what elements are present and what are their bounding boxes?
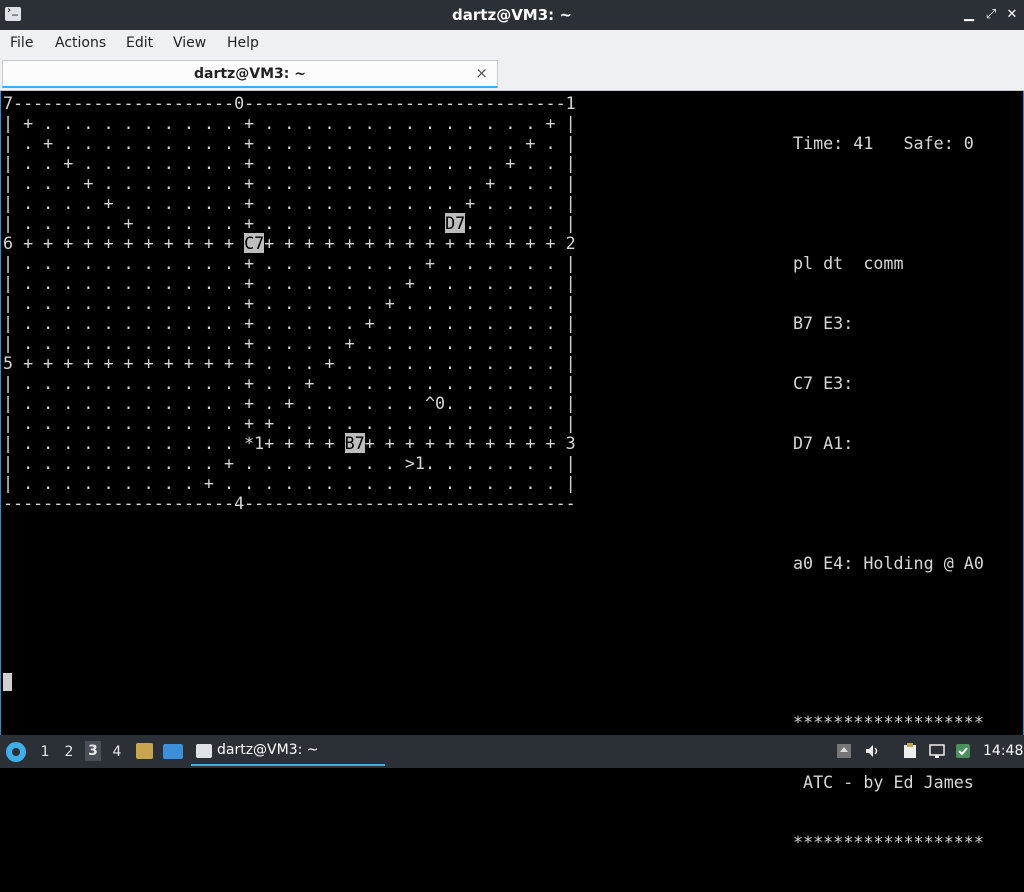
show-desktop-icon[interactable] (163, 744, 183, 759)
window-titlebar[interactable]: dartz@VM3: ~ ▁ ⤢ ✕ (0, 0, 1024, 30)
tab-bar: dartz@VM3: ~ × (0, 58, 1024, 91)
time-value: 41 (853, 133, 874, 153)
menu-file[interactable]: File (10, 35, 33, 51)
minimize-icon[interactable]: ▁ (960, 6, 978, 24)
clipboard-icon[interactable] (902, 743, 918, 759)
updates-icon[interactable] (955, 743, 971, 759)
taskbar: 1 2 3 4 dartz@VM3: ~ 14:48 (0, 735, 1024, 768)
plane-row: B7 E3: (793, 313, 854, 333)
clock: 14:48 (983, 743, 1024, 759)
taskbar-terminal-task[interactable]: dartz@VM3: ~ (191, 738, 385, 766)
file-manager-icon[interactable] (136, 743, 153, 759)
safe-value: 0 (963, 133, 974, 153)
menu-edit[interactable]: Edit (126, 35, 153, 51)
tab-label: dartz@VM3: ~ (194, 66, 306, 82)
credits-stars-bottom: ******************* (793, 832, 984, 852)
task-label: dartz@VM3: ~ (217, 742, 319, 758)
plane-marker: C7 (244, 233, 265, 253)
start-menu-icon[interactable] (6, 742, 26, 762)
terminal-area[interactable]: 7----------------------0----------------… (0, 91, 1024, 852)
plane-row-holding: a0 E4: Holding @ A0 (793, 553, 984, 573)
terminal-cursor (3, 673, 12, 691)
menu-actions[interactable]: Actions (55, 35, 106, 51)
workspace-2[interactable]: 2 (61, 744, 77, 760)
time-label: Time: (793, 133, 844, 153)
volume-icon[interactable] (864, 743, 880, 759)
safe-label: Safe: (903, 133, 954, 153)
window-title: dartz@VM3: ~ (452, 6, 572, 24)
plane-marker: B7 (344, 433, 365, 453)
workspace-4[interactable]: 4 (109, 744, 125, 760)
close-icon[interactable]: ✕ (1003, 6, 1021, 24)
status-line: Time: 41 Safe: 0 (793, 133, 984, 153)
workspace-1[interactable]: 1 (37, 744, 53, 760)
menu-view[interactable]: View (173, 35, 206, 51)
tab-close-icon[interactable]: × (475, 64, 488, 82)
tray-arrow-icon[interactable] (836, 743, 852, 759)
plane-row: D7 A1: (793, 433, 854, 453)
menu-help[interactable]: Help (227, 35, 259, 51)
atc-credits: ******************* ATC - by Ed James **… (793, 672, 984, 892)
plane-marker: D7 (445, 213, 466, 233)
workspace-3[interactable]: 3 (85, 741, 101, 761)
network-icon[interactable] (929, 743, 945, 759)
terminal-tab[interactable]: dartz@VM3: ~ × (2, 60, 498, 88)
terminal-icon (196, 744, 212, 758)
atc-side-panel: Time: 41 Safe: 0 pl dt comm B7 E3: C7 E3… (793, 93, 984, 613)
maximize-icon[interactable]: ⤢ (982, 6, 1000, 24)
atc-radar-board: 7----------------------0----------------… (3, 93, 576, 513)
plane-row: C7 E3: (793, 373, 854, 393)
credits-stars-top: ******************* (793, 712, 984, 732)
credits-text: ATC - by Ed James (793, 772, 974, 792)
plane-table-header: pl dt comm (793, 253, 904, 273)
menu-bar: File Actions Edit View Help (0, 30, 1024, 59)
